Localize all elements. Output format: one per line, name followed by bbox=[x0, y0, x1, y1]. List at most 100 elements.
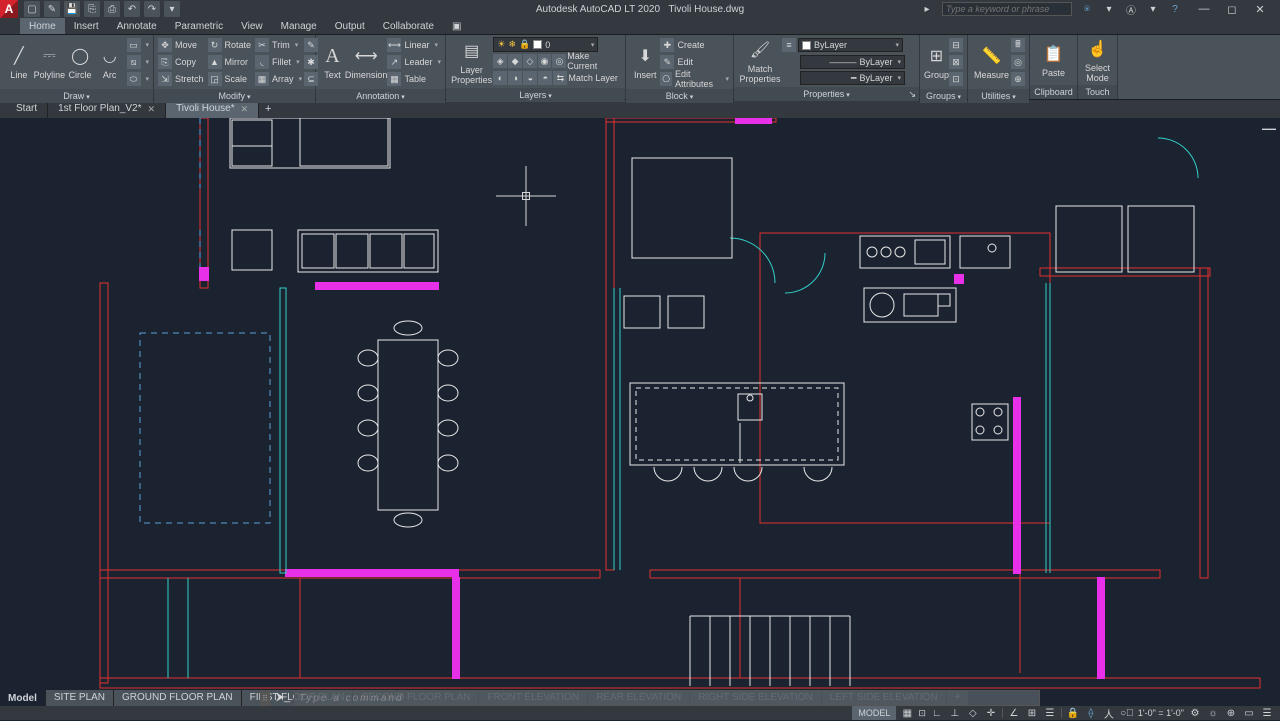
panel-label-utilities[interactable]: Utilities bbox=[968, 89, 1029, 103]
tool-arc[interactable]: ◡Arc bbox=[95, 44, 125, 80]
tool-match-properties[interactable]: 🖌Match Properties bbox=[738, 38, 782, 84]
layer-selector[interactable]: ☀❄🔒 0 ▾ bbox=[493, 37, 598, 52]
app-logo[interactable]: A bbox=[0, 0, 18, 18]
layer-btn-8-icon[interactable]: ◓ bbox=[538, 71, 552, 85]
layer-btn-7-icon[interactable]: ◒ bbox=[523, 71, 537, 85]
tool-block-create[interactable]: ✚Create bbox=[660, 37, 729, 53]
panel-label-modify[interactable]: Modify bbox=[154, 89, 315, 103]
layout-tab-model[interactable]: Model bbox=[0, 690, 46, 706]
qat-new-icon[interactable]: ▢ bbox=[24, 1, 40, 17]
layout-tab[interactable]: GROUND FLOOR PLAN bbox=[114, 690, 242, 706]
group-btn-2-icon[interactable]: ⊠ bbox=[949, 55, 963, 69]
infocenter-search-input[interactable] bbox=[942, 2, 1072, 16]
tool-match-layer[interactable]: ⇆ bbox=[553, 71, 567, 85]
qat-saveas-icon[interactable]: ⎘ bbox=[84, 1, 100, 17]
prop-btn-a-icon[interactable]: ≡ bbox=[782, 38, 796, 52]
add-tab-button[interactable]: + bbox=[259, 103, 277, 115]
status-otrack-icon[interactable]: ∠ bbox=[1007, 706, 1021, 720]
layer-btn-3-icon[interactable]: ◇ bbox=[523, 54, 537, 68]
group-btn-1-icon[interactable]: ⊟ bbox=[949, 38, 963, 52]
status-model-toggle[interactable]: MODEL bbox=[852, 706, 896, 720]
panel-label-properties[interactable]: Properties↘ bbox=[734, 87, 919, 101]
tool-dimension[interactable]: ⟷Dimension bbox=[345, 44, 388, 80]
group-btn-3-icon[interactable]: ⊡ bbox=[949, 72, 963, 86]
layout-tab[interactable]: SITE PLAN bbox=[46, 690, 114, 706]
command-input[interactable]: Type a command bbox=[294, 690, 1040, 706]
status-osnap-icon[interactable]: ◇ bbox=[966, 706, 980, 720]
qat-dropdown-icon[interactable]: ▾ bbox=[164, 1, 180, 17]
status-gear-icon[interactable]: ⚙ bbox=[1188, 706, 1202, 720]
panel-label-groups[interactable]: Groups bbox=[920, 89, 967, 103]
tool-circle[interactable]: ◯Circle bbox=[65, 44, 95, 80]
tool-mirror[interactable]: ▲Mirror bbox=[208, 54, 252, 70]
panel-label-annotation[interactable]: Annotation bbox=[316, 89, 445, 103]
ribbon-tab-view[interactable]: View bbox=[232, 18, 272, 34]
status-clean-icon[interactable]: ▭ bbox=[1242, 706, 1256, 720]
util-btn-3-icon[interactable]: ⊕ bbox=[1011, 72, 1025, 86]
tool-stretch[interactable]: ⇲Stretch bbox=[158, 71, 204, 87]
tool-hatch-icon[interactable]: ⧅ bbox=[127, 55, 141, 69]
tool-make-current[interactable]: ◎ bbox=[552, 54, 566, 68]
status-dyn-icon[interactable]: ⊞ bbox=[1025, 706, 1039, 720]
ribbon-tab-home[interactable]: Home bbox=[20, 18, 65, 34]
tool-polyline[interactable]: ⎓Polyline bbox=[34, 44, 66, 80]
tool-select-mode[interactable]: ☝Select Mode bbox=[1082, 37, 1113, 83]
lineweight-selector[interactable]: ━ByLayer▾ bbox=[800, 71, 905, 85]
tool-move[interactable]: ✥Move bbox=[158, 37, 204, 53]
status-grid-icon[interactable]: ▦ bbox=[900, 706, 914, 720]
linetype-selector[interactable]: ———ByLayer▾ bbox=[800, 55, 905, 69]
ribbon-tab-insert[interactable]: Insert bbox=[65, 18, 108, 34]
window-restore-button[interactable]: ◻ bbox=[1218, 0, 1246, 18]
layer-btn-4-icon[interactable]: ◉ bbox=[538, 54, 552, 68]
status-polar-icon[interactable]: ✛ bbox=[984, 706, 998, 720]
tool-copy[interactable]: ⎘Copy bbox=[158, 54, 204, 70]
status-ws-icon[interactable]: ☼ bbox=[1206, 706, 1220, 720]
cmd-handle-icon[interactable]: ⠿ bbox=[260, 690, 270, 706]
status-auto-icon[interactable]: 人 bbox=[1102, 706, 1116, 720]
layer-btn-6-icon[interactable]: ◑ bbox=[508, 71, 522, 85]
qat-save-icon[interactable]: 💾 bbox=[64, 1, 80, 17]
app-exchange-icon[interactable]: Ⓐ bbox=[1124, 2, 1138, 16]
ribbon-tab-parametric[interactable]: Parametric bbox=[166, 18, 232, 34]
tool-measure[interactable]: 📏Measure bbox=[972, 44, 1011, 80]
layer-btn-5-icon[interactable]: ◐ bbox=[493, 71, 507, 85]
tool-leader[interactable]: ↗Leader▾ bbox=[387, 54, 441, 70]
status-infer-icon[interactable]: ∟ bbox=[930, 706, 944, 720]
layer-btn-2-icon[interactable]: ◆ bbox=[508, 54, 522, 68]
tool-rectangle-icon[interactable]: ▭ bbox=[127, 38, 141, 52]
status-tpy-icon[interactable]: 🔒 bbox=[1066, 706, 1080, 720]
tool-insert[interactable]: ⬇Insert bbox=[630, 44, 660, 80]
tool-rotate[interactable]: ↻Rotate bbox=[208, 37, 252, 53]
tool-trim[interactable]: ✂Trim▾ bbox=[255, 37, 302, 53]
help-dropdown-icon[interactable]: ▾ bbox=[1146, 2, 1160, 16]
color-selector[interactable]: ByLayer▾ bbox=[798, 38, 903, 52]
status-scale[interactable]: 1'-0" = 1'-0" bbox=[1138, 708, 1184, 718]
panel-label-block[interactable]: Block bbox=[626, 89, 733, 103]
ribbon-tab-annotate[interactable]: Annotate bbox=[108, 18, 166, 34]
status-snap-icon[interactable]: ⊡ bbox=[918, 708, 926, 719]
tool-layer-properties[interactable]: ▤Layer Properties bbox=[450, 39, 493, 85]
layer-btn-1-icon[interactable]: ◈ bbox=[493, 54, 507, 68]
signin-dropdown-icon[interactable]: ▾ bbox=[1102, 2, 1116, 16]
ribbon-tab-manage[interactable]: Manage bbox=[272, 18, 326, 34]
tool-linear-dim[interactable]: ⟷Linear▾ bbox=[387, 37, 441, 53]
window-close-button[interactable]: ✕ bbox=[1246, 0, 1274, 18]
tool-block-edit[interactable]: ✎Edit bbox=[660, 54, 729, 70]
tool-fillet[interactable]: ◟Fillet▾ bbox=[255, 54, 302, 70]
status-ortho-icon[interactable]: ⊥ bbox=[948, 706, 962, 720]
tool-text[interactable]: AText bbox=[320, 44, 345, 80]
status-ann-icon[interactable]: ⟠ bbox=[1084, 706, 1098, 720]
qat-open-icon[interactable]: ✎ bbox=[44, 1, 60, 17]
status-lwt-icon[interactable]: ☰ bbox=[1043, 706, 1057, 720]
panel-label-layers[interactable]: Layers bbox=[446, 88, 625, 102]
qat-plot-icon[interactable]: ⎙ bbox=[104, 1, 120, 17]
ribbon-tab-featured[interactable]: ▣ bbox=[443, 18, 465, 34]
tool-edit-attrs[interactable]: ⎔Edit Attributes▾ bbox=[660, 71, 729, 87]
tool-ellipse-icon[interactable]: ⬭ bbox=[127, 72, 141, 86]
util-btn-2-icon[interactable]: ◎ bbox=[1011, 55, 1025, 69]
qat-redo-icon[interactable]: ↷ bbox=[144, 1, 160, 17]
tool-array[interactable]: ▦Array▾ bbox=[255, 71, 302, 87]
status-custom-icon[interactable]: ☰ bbox=[1260, 706, 1274, 720]
signin-icon[interactable]: ⍟ bbox=[1080, 2, 1094, 16]
ribbon-tab-collaborate[interactable]: Collaborate bbox=[374, 18, 443, 34]
